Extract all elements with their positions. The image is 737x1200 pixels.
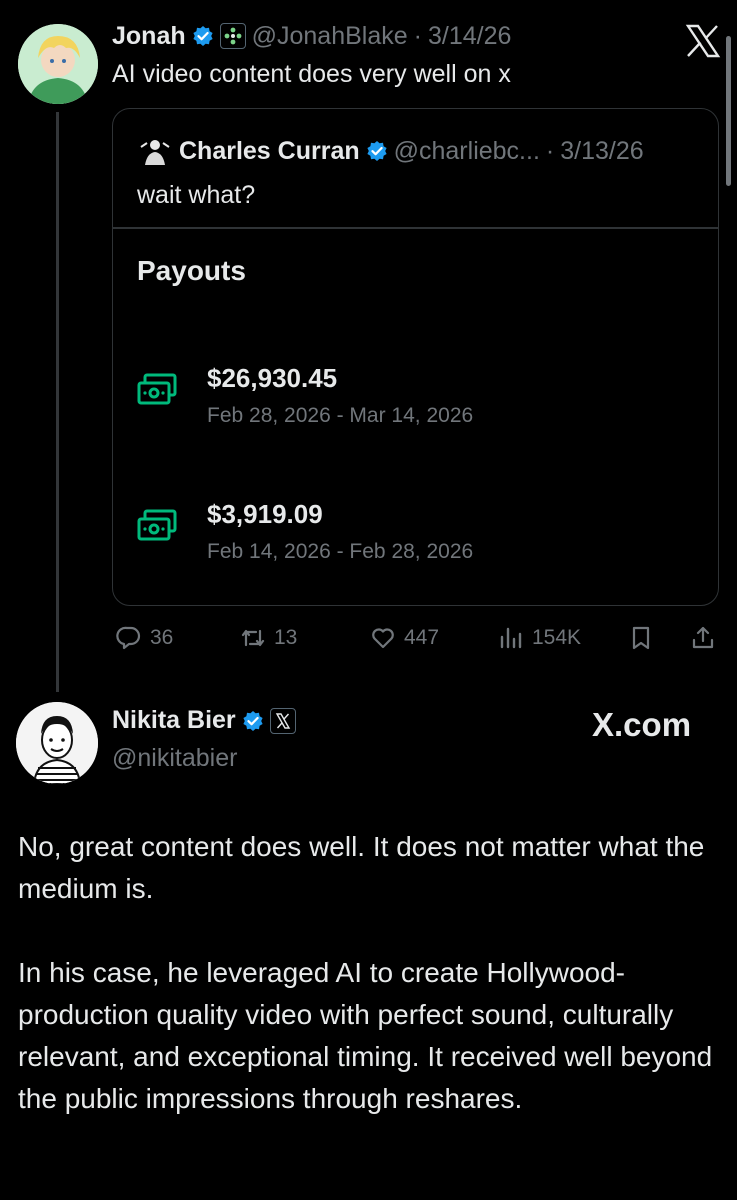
x-com-brand: X.com — [592, 706, 692, 743]
tweet2-author-name[interactable]: Nikita Bier — [112, 706, 236, 735]
repost-icon — [241, 629, 265, 647]
x-logo-icon[interactable] — [684, 22, 722, 60]
repost-button[interactable]: 13 — [240, 618, 297, 658]
views-count: 154K — [532, 626, 582, 649]
tweet1-handle[interactable]: @JonahBlake — [252, 22, 408, 51]
payout-date-range: Feb 28, 2026 - Mar 14, 2026 — [207, 404, 474, 427]
share-button[interactable] — [690, 618, 716, 658]
money-icon — [137, 509, 177, 541]
verified-badge-icon — [193, 26, 213, 46]
reply-count: 36 — [150, 626, 174, 649]
money-icon — [137, 373, 177, 405]
affiliate-badge-icon — [219, 23, 246, 49]
verified-badge-icon — [243, 710, 263, 731]
quote-date[interactable]: 3/13/26 — [560, 137, 643, 166]
charles-avatar[interactable] — [137, 133, 173, 169]
tweet-actions-bar: 36 13 447 154K — [112, 618, 722, 658]
thread-line — [56, 112, 59, 692]
views-icon — [500, 627, 522, 649]
payouts-title: Payouts — [137, 255, 246, 286]
tweet2-paragraph: No, great content does well. It does not… — [18, 831, 705, 904]
tweet1-author-name[interactable]: Jonah — [112, 22, 186, 51]
verified-badge-icon — [367, 141, 387, 161]
payout-date-range: Feb 14, 2026 - Feb 28, 2026 — [207, 540, 474, 563]
x-affiliate-badge-icon — [269, 707, 296, 734]
like-count: 447 — [404, 626, 440, 649]
tweet1-text: AI video content does very well on x — [112, 60, 511, 88]
scrollbar[interactable] — [726, 36, 731, 186]
tweet2-body: No, great content does well. It does not… — [18, 826, 718, 1120]
quote-text: wait what? — [137, 181, 256, 209]
payout-row: $26,930.45 Feb 28, 2026 - Mar 14, 2026 — [137, 363, 473, 428]
separator-dot: · — [413, 21, 422, 50]
repost-count: 13 — [274, 626, 298, 649]
payout-row: $3,919.09 Feb 14, 2026 - Feb 28, 2026 — [137, 499, 473, 564]
separator-dot: · — [545, 136, 555, 165]
tweet1-date[interactable]: 3/14/26 — [428, 22, 511, 51]
bookmark-button[interactable] — [628, 618, 654, 658]
tweet2-header: Nikita Bier — [112, 706, 296, 735]
reply-icon — [116, 626, 141, 650]
like-button[interactable]: 447 — [370, 618, 439, 658]
nikita-avatar[interactable] — [16, 702, 98, 784]
share-icon — [692, 626, 714, 649]
quote-divider — [113, 227, 718, 229]
views-button[interactable]: 154K — [498, 618, 581, 658]
quote-handle[interactable]: @charliebc... — [394, 137, 540, 166]
payout-amount: $3,919.09 — [207, 499, 323, 529]
tweet2-paragraph: In his case, he leveraged AI to create H… — [18, 957, 713, 1114]
payout-amount: $26,930.45 — [207, 363, 338, 393]
heart-icon — [372, 628, 394, 649]
quote-header: Charles Curran @charliebc... · 3/13/26 — [137, 133, 644, 169]
reply-button[interactable]: 36 — [116, 618, 173, 658]
quote-author-name[interactable]: Charles Curran — [179, 137, 360, 166]
jonah-avatar[interactable] — [18, 24, 98, 104]
quoted-tweet-card[interactable]: Charles Curran @charliebc... · 3/13/26 w… — [112, 108, 719, 606]
tweet1-header: Jonah @JonahBlake · 3/14/26 — [112, 18, 511, 54]
bookmark-icon — [632, 626, 650, 650]
tweet2-handle[interactable]: @nikitabier — [112, 744, 237, 773]
